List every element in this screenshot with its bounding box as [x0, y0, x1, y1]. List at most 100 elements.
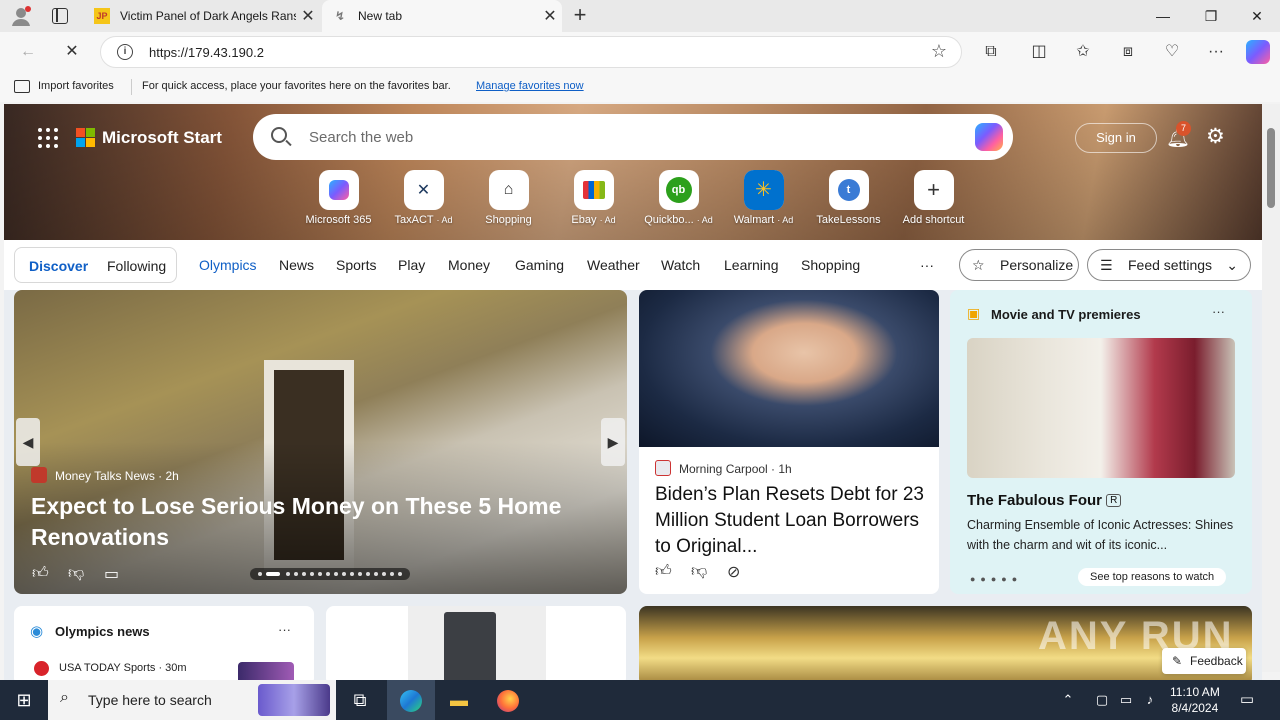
firefox-icon[interactable]	[484, 680, 532, 720]
page-scrollbar[interactable]	[1262, 104, 1280, 672]
manage-favorites-link[interactable]: Manage favorites now	[476, 80, 584, 92]
tray-app-icon[interactable]: ▢	[1090, 680, 1114, 720]
nav-play[interactable]: Play	[398, 257, 425, 273]
nav-news[interactable]: News	[279, 257, 314, 273]
product-card[interactable]	[326, 606, 626, 680]
taskbar-search-input[interactable]: Type here to search	[88, 692, 212, 708]
featured-article-card[interactable]: ◀ ▶ Money Talks News · 2h Expect to Lose…	[14, 290, 627, 594]
nav-watch[interactable]: Watch	[661, 257, 700, 273]
nav-weather[interactable]: Weather	[587, 257, 640, 273]
scrollbar-thumb[interactable]	[1267, 128, 1275, 208]
show-hidden-icons-icon[interactable]: ⌃	[1056, 680, 1080, 720]
pagination-dots[interactable]: ●●●●●	[970, 574, 1022, 584]
tab-following[interactable]: Following	[107, 258, 166, 274]
hide-icon[interactable]: ⊘	[727, 562, 740, 582]
dislike-icon[interactable]: 👎︎	[691, 562, 707, 581]
web-search-box[interactable]: Search the web	[253, 114, 1013, 160]
feed-settings-label: Feed settings	[1128, 257, 1213, 273]
see-reasons-button[interactable]: See top reasons to watch	[1078, 568, 1227, 586]
profile-icon[interactable]	[10, 5, 32, 27]
extensions-icon[interactable]: ⧉	[979, 40, 1003, 64]
nav-olympics[interactable]: Olympics	[199, 257, 257, 273]
more-menu-icon[interactable]: ···	[1204, 40, 1228, 64]
feedback-button[interactable]: ✎ Feedback	[1162, 648, 1246, 674]
shortcut-add[interactable]: + Add shortcut	[891, 170, 976, 226]
volume-icon[interactable]: ♪	[1138, 680, 1162, 720]
article-headline[interactable]: Expect to Lose Serious Money on These 5 …	[31, 491, 611, 553]
tab-title: New tab	[358, 9, 403, 23]
more-options-icon[interactable]: ···	[1212, 304, 1225, 319]
tab-discover[interactable]: Discover	[29, 258, 88, 274]
tab-actions-icon[interactable]	[52, 8, 68, 24]
clock-time: 11:10 AM	[1170, 685, 1220, 699]
carousel-indicator[interactable]	[250, 568, 410, 580]
system-clock[interactable]: 11:10 AM 8/4/2024	[1170, 684, 1220, 716]
windows-start-icon[interactable]: ⊞	[0, 680, 48, 720]
nav-shopping[interactable]: Shopping	[801, 257, 860, 273]
taskbar-search-box[interactable]: ⌕ Type here to search	[48, 680, 336, 720]
comment-icon[interactable]: ▭	[104, 564, 119, 584]
restore-button[interactable]: ❐	[1188, 0, 1234, 32]
tab-victim-panel[interactable]: JP Victim Panel of Dark Angels Rans ✕	[84, 0, 320, 32]
minimize-button[interactable]: —	[1140, 0, 1186, 32]
file-explorer-icon[interactable]: ▬	[435, 680, 483, 720]
task-view-icon[interactable]: ⧉	[336, 680, 384, 720]
sign-in-button[interactable]: Sign in	[1075, 123, 1157, 153]
shortcut-ebay[interactable]: Ebay · Ad	[551, 170, 636, 226]
close-window-button[interactable]: ✕	[1234, 0, 1280, 32]
network-icon[interactable]: ▭	[1114, 680, 1138, 720]
nav-gaming[interactable]: Gaming	[515, 257, 564, 273]
close-tab-icon[interactable]: ✕	[296, 6, 320, 26]
like-icon[interactable]: 👍︎	[655, 562, 672, 581]
carousel-prev-button[interactable]: ◀	[16, 418, 40, 466]
settings-gear-icon[interactable]: ⚙	[1206, 124, 1225, 149]
movie-premieres-card[interactable]: ▣ Movie and TV premieres ··· The Fabulou…	[950, 290, 1252, 594]
nav-learning[interactable]: Learning	[724, 257, 779, 273]
shortcut-taxact[interactable]: ✕ TaxACT · Ad	[381, 170, 466, 226]
import-favorites-icon[interactable]	[14, 80, 30, 93]
olympics-news-card[interactable]: ◉ Olympics news ··· USA TODAY Sports · 3…	[14, 606, 314, 680]
shortcut-microsoft-365[interactable]: Microsoft 365	[296, 170, 381, 226]
personalize-button[interactable]: ☆ Personalize	[959, 249, 1079, 281]
shortcut-takelessons[interactable]: t TakeLessons	[806, 170, 891, 226]
browser-essentials-icon[interactable]: ♡	[1160, 40, 1184, 64]
shortcut-shopping[interactable]: ⌂ Shopping	[466, 170, 551, 226]
movie-title[interactable]: The Fabulous Four R	[967, 492, 1122, 509]
feedback-icon: ✎	[1172, 654, 1183, 668]
like-icon[interactable]: 👍︎	[32, 564, 49, 583]
more-options-icon[interactable]: ···	[278, 622, 291, 637]
brand-title[interactable]: Microsoft Start	[102, 128, 222, 148]
address-bar[interactable]: i https://179.43.190.2 ☆	[100, 36, 962, 68]
edge-browser-icon[interactable]	[387, 680, 435, 720]
url-text[interactable]: https://179.43.190.2	[149, 45, 264, 60]
notifications-icon[interactable]: ▭	[1232, 680, 1262, 720]
copilot-icon[interactable]	[975, 123, 1003, 151]
feed-settings-button[interactable]: ☰ Feed settings ⌄	[1087, 249, 1251, 281]
split-screen-icon[interactable]: ◫	[1027, 40, 1051, 64]
news-item-source[interactable]: USA TODAY Sports · 30m	[59, 662, 187, 674]
news-article-card[interactable]: Morning Carpool · 1h Biden’s Plan Resets…	[639, 290, 939, 594]
shortcut-walmart[interactable]: ✳ Walmart · Ad	[721, 170, 806, 226]
new-tab-button[interactable]: +	[570, 4, 590, 26]
copilot-icon[interactable]	[1246, 40, 1270, 64]
favorites-icon[interactable]: ✩	[1071, 40, 1095, 64]
nav-money[interactable]: Money	[448, 257, 490, 273]
tab-new-tab[interactable]: ↯ New tab ✕	[322, 0, 562, 32]
favorite-star-icon[interactable]: ☆	[931, 41, 947, 62]
close-tab-icon[interactable]: ✕	[538, 6, 562, 26]
sparkle-icon: ☆	[972, 257, 985, 273]
collections-icon[interactable]: ⧈	[1116, 40, 1140, 64]
new-tab-page: Microsoft Start Search the web Sign in 🔔…	[4, 104, 1262, 680]
app-launcher-icon[interactable]	[38, 128, 58, 148]
dislike-icon[interactable]: 👎︎	[68, 564, 84, 583]
back-arrow-icon[interactable]: ←	[16, 40, 40, 64]
carousel-next-button[interactable]: ▶	[601, 418, 625, 466]
article-headline[interactable]: Biden’s Plan Resets Debt for 23 Million …	[655, 482, 927, 560]
nav-more-icon[interactable]: ···	[920, 257, 934, 273]
site-info-icon[interactable]: i	[117, 44, 133, 60]
import-favorites-button[interactable]: Import favorites	[38, 80, 114, 92]
shortcut-quickbooks[interactable]: qb Quickbo... · Ad	[636, 170, 721, 226]
stop-loading-icon[interactable]: ✕	[60, 40, 84, 64]
nav-sports[interactable]: Sports	[336, 257, 376, 273]
search-input[interactable]: Search the web	[309, 129, 413, 146]
